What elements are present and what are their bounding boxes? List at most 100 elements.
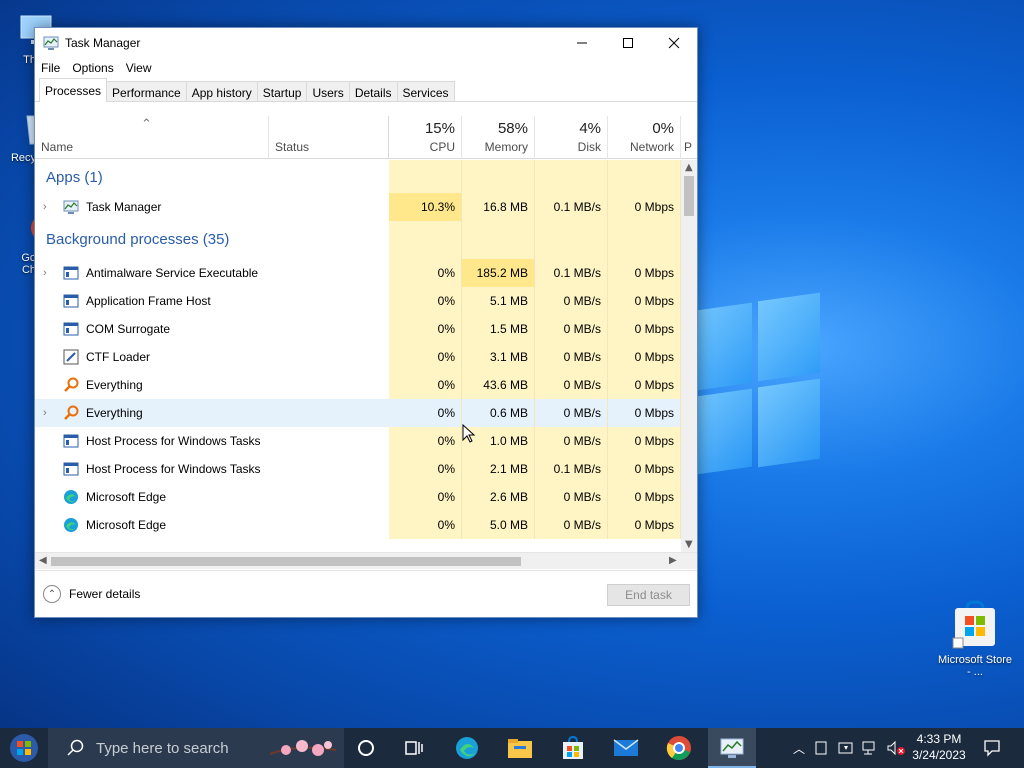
title-bar[interactable]: Task Manager	[35, 28, 697, 58]
cpu-value: 10.3%	[389, 193, 462, 221]
scroll-right-icon[interactable]: ▶	[669, 555, 677, 566]
column-header-memory[interactable]: 58% Memory	[462, 116, 535, 159]
clock-time: 4:33 PM	[916, 732, 962, 746]
taskbar: Type here to search ︿ 4:33 PM 3/24/2023	[0, 728, 1024, 768]
group-title: Apps (1)	[46, 169, 103, 186]
task-manager-icon	[720, 738, 744, 758]
tab-performance[interactable]: Performance	[106, 81, 187, 101]
cpu-value: 0%	[389, 511, 462, 539]
process-name: COM Surrogate	[86, 322, 171, 336]
scroll-up-icon[interactable]: ▲	[685, 162, 693, 173]
taskbar-mail[interactable]	[602, 728, 650, 768]
scrollbar-thumb[interactable]	[51, 557, 521, 566]
background-process-rows: › Antimalware Service Executable 0% 185.2 M…	[35, 259, 681, 539]
column-header-status[interactable]: Status	[269, 116, 389, 159]
process-name: Everything	[86, 378, 143, 392]
taskbar-search-box[interactable]: Type here to search	[48, 728, 344, 768]
taskbar-edge[interactable]	[443, 728, 491, 768]
tab-users[interactable]: Users	[306, 81, 350, 101]
network-icon[interactable]	[862, 740, 880, 756]
tablet-icon[interactable]	[814, 740, 828, 756]
folder-icon	[508, 739, 532, 758]
menu-options[interactable]: Options	[72, 61, 119, 75]
column-header-network[interactable]: 0% Network	[608, 116, 681, 159]
fewer-details-label: Fewer details	[69, 587, 141, 601]
minimize-button[interactable]	[559, 28, 605, 58]
taskbar-task-manager[interactable]	[708, 728, 756, 768]
taskbar-chrome[interactable]	[655, 728, 703, 768]
taskbar-microsoft-store[interactable]	[549, 728, 597, 768]
tab-app-history[interactable]: App history	[185, 81, 258, 101]
table-row[interactable]: CTF Loader 0% 3.1 MB 0 MB/s 0 Mbps	[35, 343, 681, 371]
clock[interactable]: 4:33 PM 3/24/2023	[900, 731, 978, 763]
table-row[interactable]: Everything 0% 43.6 MB 0 MB/s 0 Mbps	[35, 371, 681, 399]
close-button[interactable]	[651, 28, 697, 58]
memory-value: 2.6 MB	[462, 483, 535, 511]
service-window-icon	[63, 265, 79, 281]
task-view-button[interactable]	[390, 728, 438, 768]
column-header-disk[interactable]: 4% Disk	[535, 116, 608, 159]
microsoft-store-icon	[951, 600, 999, 650]
table-row[interactable]: › Antimalware Service Executable 0% 185.2 M…	[35, 259, 681, 287]
maximize-button[interactable]	[605, 28, 651, 58]
edge-icon	[63, 489, 79, 505]
table-row[interactable]: › Everything 0% 0.6 MB 0 MB/s 0 Mbps	[35, 399, 681, 427]
tab-strip: Processes Performance App history Startu…	[35, 78, 697, 102]
cortana-button[interactable]	[342, 728, 390, 768]
menu-view[interactable]: View	[126, 61, 158, 75]
network-value: 0 Mbps	[608, 193, 681, 221]
tab-details[interactable]: Details	[348, 81, 398, 101]
service-window-icon	[63, 321, 79, 337]
vertical-scrollbar[interactable]: ▲ ▼	[681, 160, 697, 552]
scroll-down-icon[interactable]: ▼	[685, 539, 693, 550]
end-task-button[interactable]: End task	[607, 584, 690, 606]
cortana-circle-icon	[358, 740, 374, 756]
table-row[interactable]: Host Process for Windows Tasks 0% 2.1 MB 0.…	[35, 455, 681, 483]
network-value: 0 Mbps	[608, 427, 681, 455]
table-row[interactable]: Host Process for Windows Tasks 0% 1.0 MB 0 …	[35, 427, 681, 455]
tab-processes[interactable]: Processes	[39, 78, 108, 102]
taskbar-file-explorer[interactable]	[496, 728, 544, 768]
column-label: Memory	[484, 140, 528, 154]
table-row[interactable]: COM Surrogate 0% 1.5 MB 0 MB/s 0 Mbps	[35, 315, 681, 343]
network-value: 0 Mbps	[608, 287, 681, 315]
column-header-cpu[interactable]: 15% CPU	[389, 116, 462, 159]
column-header-power-partial[interactable]: P	[681, 116, 697, 159]
start-button[interactable]	[0, 728, 48, 768]
column-header-name[interactable]: ⌃ Name	[35, 116, 269, 159]
network-value: 0 Mbps	[608, 259, 681, 287]
network-total-percent: 0%	[652, 120, 674, 137]
action-center-button[interactable]	[970, 728, 1014, 768]
horizontal-scrollbar[interactable]: ◀ ▶	[35, 552, 697, 569]
process-name: Everything	[86, 406, 143, 420]
tab-startup[interactable]: Startup	[256, 81, 308, 101]
table-row[interactable]: Microsoft Edge 0% 5.0 MB 0 MB/s 0 Mbps	[35, 511, 681, 539]
desktop-icon-microsoft-store[interactable]: Microsoft Store - ...	[938, 600, 1012, 678]
everything-search-icon	[63, 377, 79, 393]
disk-value: 0.1 MB/s	[535, 455, 608, 483]
tab-services[interactable]: Services	[396, 81, 455, 101]
process-name: Host Process for Windows Tasks	[86, 434, 261, 448]
chevron-right-icon[interactable]: ›	[43, 399, 47, 427]
chevron-right-icon[interactable]: ›	[43, 193, 47, 221]
table-row[interactable]: Application Frame Host 0% 5.1 MB 0 MB/s 0 Mb…	[35, 287, 681, 315]
service-window-icon	[63, 293, 79, 309]
scrollbar-thumb[interactable]	[684, 176, 694, 216]
security-warning-icon[interactable]	[838, 740, 854, 756]
process-name: Application Frame Host	[86, 294, 211, 308]
chevron-up-icon[interactable]: ︿	[788, 740, 810, 757]
windows-desktop-logo	[690, 285, 830, 476]
chevron-right-icon[interactable]: ›	[43, 259, 47, 287]
cpu-value: 0%	[389, 427, 462, 455]
table-row[interactable]: Microsoft Edge 0% 2.6 MB 0 MB/s 0 Mbps	[35, 483, 681, 511]
memory-value: 185.2 MB	[462, 259, 535, 287]
cpu-total-percent: 15%	[424, 120, 455, 137]
fewer-details-button[interactable]: ⌃ Fewer details	[43, 585, 140, 603]
disk-value: 0 MB/s	[535, 399, 608, 427]
scroll-left-icon[interactable]: ◀	[39, 555, 47, 566]
menu-file[interactable]: File	[41, 61, 66, 75]
network-value: 0 Mbps	[608, 371, 681, 399]
table-row[interactable]: › Task Manager 10.3% 16.8 MB 0.1 MB/s 0 …	[35, 193, 681, 221]
edge-icon	[456, 737, 478, 759]
memory-value: 16.8 MB	[462, 193, 535, 221]
